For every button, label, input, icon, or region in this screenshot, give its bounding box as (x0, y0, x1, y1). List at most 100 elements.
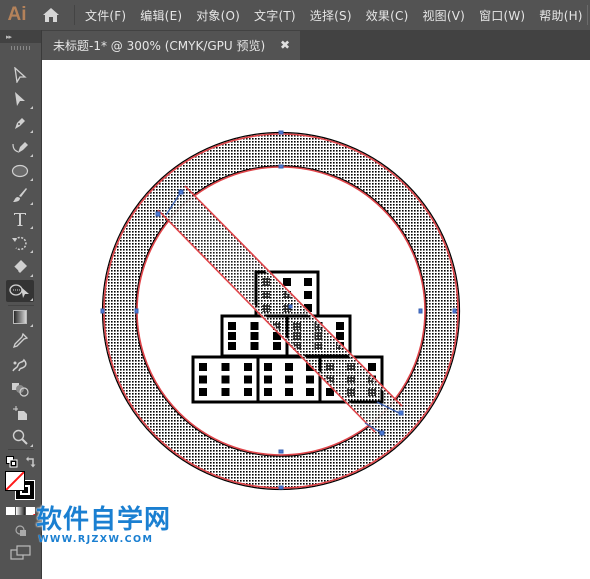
gradient-icon (13, 310, 27, 324)
pen-tool[interactable] (6, 112, 34, 134)
menu-window[interactable]: 窗口(W) (479, 7, 525, 24)
draw-mode-button[interactable] (14, 523, 28, 537)
building-window (347, 375, 355, 384)
flyout-indicator (30, 250, 33, 253)
document-tab[interactable]: 未标题-1* @ 300% (CMYK/GPU 预览) ✖ (42, 31, 300, 60)
default-fill-stroke-button[interactable] (6, 453, 18, 468)
collapse-panel-icon[interactable]: ▸▸ (6, 33, 12, 41)
menu-type[interactable]: 文字(T) (254, 7, 296, 24)
artboard-canvas[interactable] (42, 60, 590, 579)
none-mode-button[interactable] (26, 507, 35, 515)
magnifier-icon (12, 429, 28, 445)
building-window (306, 375, 314, 384)
home-button[interactable] (36, 0, 66, 30)
flyout-indicator (30, 324, 33, 327)
watermark-title: 软件自学网 (36, 505, 172, 535)
close-tab-icon[interactable]: ✖ (280, 39, 290, 51)
rotate-icon (12, 236, 27, 251)
tools-panel-header: ▸▸ (0, 30, 41, 43)
watermark-url: WWW.RJZXW.COM (38, 534, 154, 545)
building-window (368, 363, 376, 371)
menu-object[interactable]: 对象(O) (196, 7, 240, 24)
flyout-indicator (30, 106, 33, 109)
shape-builder-tool[interactable] (6, 280, 34, 302)
eyedropper-tool[interactable] (6, 330, 34, 352)
rotate-tool[interactable] (6, 232, 34, 254)
artwork (100, 130, 461, 491)
building-window (285, 388, 293, 396)
building-window (264, 363, 272, 371)
default-colors-icon (6, 456, 18, 468)
menu-file[interactable]: 文件(F) (85, 7, 126, 24)
building-window (285, 375, 293, 384)
type-tool[interactable] (6, 208, 34, 230)
flyout-indicator (30, 154, 33, 157)
flyout-indicator (30, 130, 33, 133)
menu-select[interactable]: 选择(S) (310, 7, 352, 24)
building-window (221, 363, 230, 371)
building-window (304, 291, 312, 299)
flyout-indicator (30, 202, 33, 205)
building-window (228, 322, 236, 330)
eraser-icon (13, 260, 27, 273)
building-window (347, 388, 355, 396)
swap-arrow-icon (26, 456, 36, 468)
menu-help[interactable]: 帮助(H) (539, 7, 582, 24)
building-window (273, 342, 281, 350)
blend-tool[interactable] (6, 378, 34, 400)
building-window (283, 278, 291, 286)
panel-grip[interactable] (0, 43, 41, 52)
building-window (250, 332, 259, 340)
menu-edit[interactable]: 编辑(E) (140, 7, 182, 24)
color-mode-buttons (6, 507, 36, 515)
eyedropper-icon (12, 333, 28, 349)
building-window (262, 304, 270, 312)
building-window (221, 375, 230, 384)
building-window (250, 342, 259, 350)
ellipse-tool[interactable] (6, 160, 34, 182)
selection-tool[interactable] (6, 64, 34, 86)
arrow-filled-icon (15, 92, 25, 106)
eraser-tool[interactable] (6, 256, 34, 278)
flyout-indicator (30, 178, 33, 181)
flyout-indicator (30, 226, 33, 229)
gradient-tool[interactable] (6, 306, 34, 328)
direct-selection-tool[interactable] (6, 88, 34, 110)
home-icon (43, 8, 59, 22)
building-window (293, 322, 301, 330)
flyout-indicator (30, 274, 33, 277)
ellipse-icon (11, 164, 29, 178)
zoom-tool[interactable] (6, 426, 34, 448)
building-window (314, 332, 323, 340)
building-window (336, 322, 344, 330)
flyout-indicator (30, 444, 33, 447)
puppet-warp-tool[interactable] (6, 354, 34, 376)
artboard-tool[interactable] (6, 402, 34, 424)
gradient-mode-button[interactable] (16, 507, 25, 515)
menu-effect[interactable]: 效果(C) (366, 7, 409, 24)
document-tab-bar: 未标题-1* @ 300% (CMYK/GPU 预览) ✖ (42, 30, 590, 60)
menu-bar: Ai 文件(F) 编辑(E) 对象(O) 文字(T) 选择(S) 效果(C) 视… (0, 0, 590, 30)
building-window (306, 388, 314, 396)
menu-view[interactable]: 视图(V) (422, 7, 465, 24)
building-window (264, 375, 272, 384)
color-mode-button[interactable] (6, 507, 15, 515)
menu-end-separator (587, 5, 588, 25)
watermark: 软件自学网 WWW.RJZXW.COM (36, 506, 186, 545)
building-window (199, 363, 207, 371)
paintbrush-tool[interactable] (6, 184, 34, 206)
swap-fill-stroke-button[interactable] (25, 453, 37, 468)
flyout-indicator (30, 298, 33, 301)
puppet-warp-icon (12, 358, 27, 372)
building-window (250, 322, 259, 330)
screen-mode-button[interactable] (10, 545, 32, 561)
building-window (244, 375, 252, 384)
document-tab-title: 未标题-1* @ 300% (CMYK/GPU 预览) (53, 39, 266, 53)
curvature-tool[interactable] (6, 136, 34, 158)
blend-icon (12, 383, 29, 397)
building-window (293, 332, 301, 340)
fill-swatch[interactable] (5, 471, 25, 491)
illustrator-window: Ai 文件(F) 编辑(E) 对象(O) 文字(T) 选择(S) 效果(C) 视… (0, 0, 590, 579)
screen-mode-icon (10, 545, 31, 560)
building-window (244, 363, 252, 371)
